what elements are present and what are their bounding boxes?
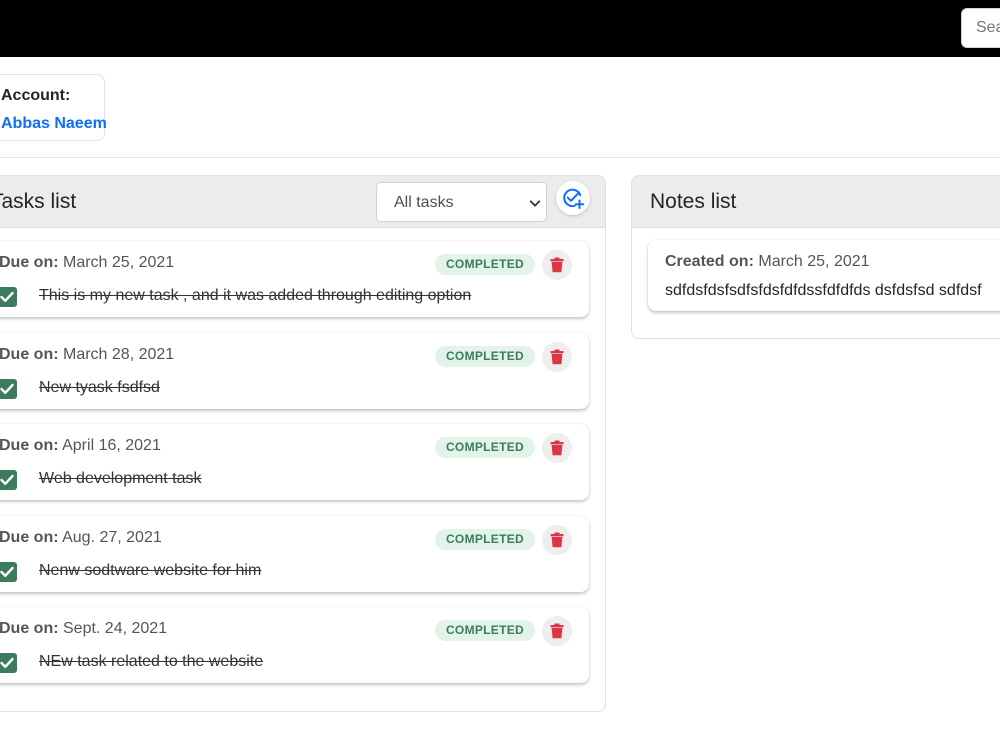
task-card: Due on: Sept. 24, 2021 COMPLETED NEw tas… (0, 607, 589, 683)
note-created-date: Created on: March 25, 2021 (665, 253, 870, 271)
task-due-date: Due on: April 16, 2021 (0, 437, 161, 455)
due-label: Due on: (0, 346, 59, 363)
notes-panel-header: Notes list (632, 176, 1000, 228)
delete-task-button[interactable] (542, 433, 572, 463)
task-checkbox[interactable] (0, 653, 17, 673)
due-date-value: March 25, 2021 (63, 254, 175, 271)
task-checkbox[interactable] (0, 470, 17, 490)
delete-task-button[interactable] (542, 250, 572, 280)
chevron-down-icon (529, 200, 541, 207)
search-input[interactable] (961, 8, 1000, 48)
notes-title: Notes list (650, 190, 737, 213)
due-date-value: Aug. 27, 2021 (62, 529, 162, 546)
task-card: Due on: April 16, 2021 COMPLETED Web dev… (0, 424, 589, 500)
status-badge: COMPLETED (435, 437, 535, 458)
task-filter-select[interactable]: All tasks (376, 182, 547, 222)
task-card: Due on: March 28, 2021 COMPLETED New tya… (0, 333, 589, 409)
tasks-panel-header: Tasks list All tasks (0, 176, 605, 228)
task-checkbox[interactable] (0, 287, 17, 307)
created-date-value: March 25, 2021 (758, 253, 870, 270)
trash-icon (550, 349, 564, 365)
task-text: Web development task (39, 470, 202, 487)
delete-task-button[interactable] (542, 616, 572, 646)
notes-panel: Notes list Created on: March 25, 2021 sd… (631, 175, 1000, 339)
checkmark-icon (0, 383, 14, 394)
trash-icon (550, 257, 564, 273)
task-text: NEw task related to the website (39, 653, 264, 670)
task-card: Due on: March 25, 2021 COMPLETED This is… (0, 241, 589, 317)
status-badge: COMPLETED (435, 620, 535, 641)
account-label: Account: (1, 87, 71, 104)
status-badge: COMPLETED (435, 346, 535, 367)
top-navbar (0, 0, 1000, 57)
note-card: Created on: March 25, 2021 sdfdsfdsfsdfs… (648, 240, 1000, 311)
add-task-button[interactable] (556, 181, 590, 215)
task-checkbox[interactable] (0, 379, 17, 399)
trash-icon (550, 623, 564, 639)
delete-task-button[interactable] (542, 342, 572, 372)
status-badge: COMPLETED (435, 254, 535, 275)
due-label: Due on: (0, 620, 59, 637)
due-date-value: March 28, 2021 (63, 346, 175, 363)
trash-icon (550, 440, 564, 456)
checkmark-icon (0, 566, 14, 577)
task-due-date: Due on: Aug. 27, 2021 (0, 529, 162, 547)
due-label: Due on: (0, 529, 59, 546)
tasks-panel: Tasks list All tasks Due on: March 25, 2… (0, 175, 606, 712)
task-text: This is my new task , and it was added t… (39, 287, 472, 304)
trash-icon (550, 532, 564, 548)
checkmark-icon (0, 474, 14, 485)
task-due-date: Due on: March 28, 2021 (0, 346, 174, 364)
task-text: New tyask fsdfsd (39, 379, 160, 396)
section-divider (0, 157, 1000, 158)
status-badge: COMPLETED (435, 529, 535, 550)
task-due-date: Due on: Sept. 24, 2021 (0, 620, 167, 638)
delete-task-button[interactable] (542, 525, 572, 555)
checkmark-icon (0, 657, 14, 668)
created-label: Created on: (665, 253, 754, 270)
tasks-title: Tasks list (0, 190, 77, 213)
task-text: Nenw sodtware website for him (39, 562, 262, 579)
check-circle-plus-icon (563, 188, 585, 209)
task-checkbox[interactable] (0, 562, 17, 582)
due-label: Due on: (0, 254, 59, 271)
due-date-value: April 16, 2021 (62, 437, 161, 454)
note-text: sdfdsfdsfsdfsfdsfdfdssfdfdfds dsfdsfsd s… (665, 282, 982, 299)
checkmark-icon (0, 291, 14, 302)
task-filter-value: All tasks (394, 194, 454, 211)
due-date-value: Sept. 24, 2021 (63, 620, 168, 637)
due-label: Due on: (0, 437, 59, 454)
account-card: Account: Abbas Naeem (0, 74, 107, 141)
task-card: Due on: Aug. 27, 2021 COMPLETED Nenw sod… (0, 516, 589, 592)
account-name-link[interactable]: Abbas Naeem (1, 115, 107, 133)
task-due-date: Due on: March 25, 2021 (0, 254, 174, 272)
